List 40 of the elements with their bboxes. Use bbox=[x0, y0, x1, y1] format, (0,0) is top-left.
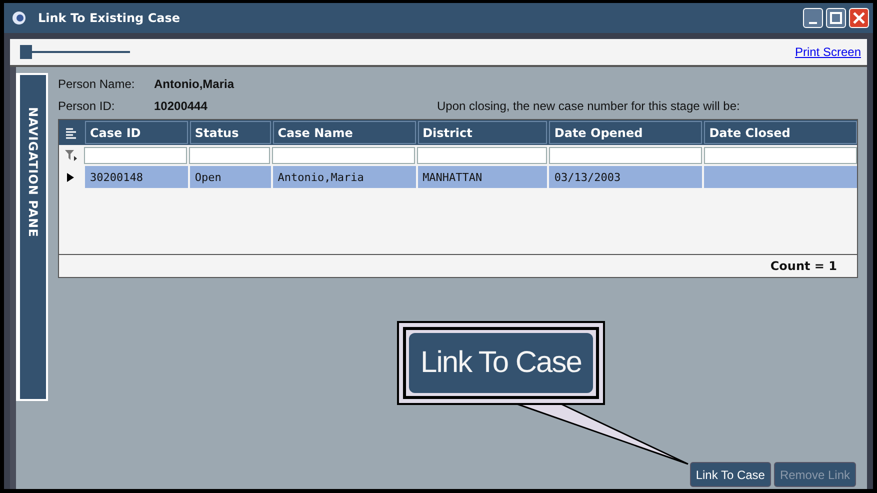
window-title: Link To Existing Case bbox=[38, 11, 182, 25]
filter-field[interactable] bbox=[84, 147, 187, 164]
navigation-pane-label: NAVIGATION PANE bbox=[26, 107, 40, 240]
close-icon bbox=[853, 12, 865, 24]
filter-field[interactable] bbox=[549, 147, 702, 164]
case-number-note: Upon closing, the new case number for this stage will be: bbox=[437, 99, 740, 113]
minimize-icon bbox=[809, 22, 817, 24]
person-name-label: Person Name: bbox=[58, 77, 136, 91]
filter-icon[interactable] bbox=[64, 150, 76, 161]
filter-field[interactable] bbox=[417, 147, 547, 164]
app-icon bbox=[12, 11, 26, 25]
table-cell: Open bbox=[190, 166, 271, 188]
column-header[interactable]: Status bbox=[190, 121, 271, 144]
filter-field[interactable] bbox=[272, 147, 415, 164]
filter-field[interactable] bbox=[189, 147, 270, 164]
maximize-button[interactable] bbox=[826, 8, 846, 28]
minimize-button[interactable] bbox=[803, 8, 823, 28]
close-button[interactable] bbox=[849, 8, 869, 28]
column-chooser-icon[interactable] bbox=[64, 126, 77, 138]
column-header[interactable]: Case ID bbox=[84, 121, 188, 144]
current-row-icon bbox=[67, 172, 74, 182]
person-name-value: Antonio,Maria bbox=[154, 77, 234, 91]
row-count: Count = 1 bbox=[770, 259, 837, 273]
column-header[interactable]: Date Opened bbox=[549, 121, 702, 144]
table-row[interactable]: 30200148 Open Antonio,Maria MANHATTAN 03/13/2003 bbox=[59, 166, 857, 188]
person-id-label: Person ID: bbox=[58, 99, 116, 113]
column-header[interactable]: Date Closed bbox=[704, 121, 857, 144]
column-header[interactable]: Case Name bbox=[272, 121, 416, 144]
print-screen-link[interactable]: Print Screen bbox=[794, 45, 861, 59]
table-cell: MANHATTAN bbox=[418, 166, 548, 188]
navigation-pane[interactable]: NAVIGATION PANE bbox=[16, 73, 48, 401]
filter-field[interactable] bbox=[704, 147, 857, 164]
maximize-icon bbox=[830, 12, 842, 24]
table-cell: 03/13/2003 bbox=[549, 166, 702, 188]
person-id-value: 10200444 bbox=[154, 99, 208, 113]
action-button[interactable]: Link To Case bbox=[690, 462, 771, 487]
table-cell: Antonio,Maria bbox=[272, 166, 416, 188]
slider-thumb[interactable] bbox=[20, 45, 32, 59]
column-header[interactable]: District bbox=[418, 121, 548, 144]
table-cell: 30200148 bbox=[84, 166, 188, 188]
